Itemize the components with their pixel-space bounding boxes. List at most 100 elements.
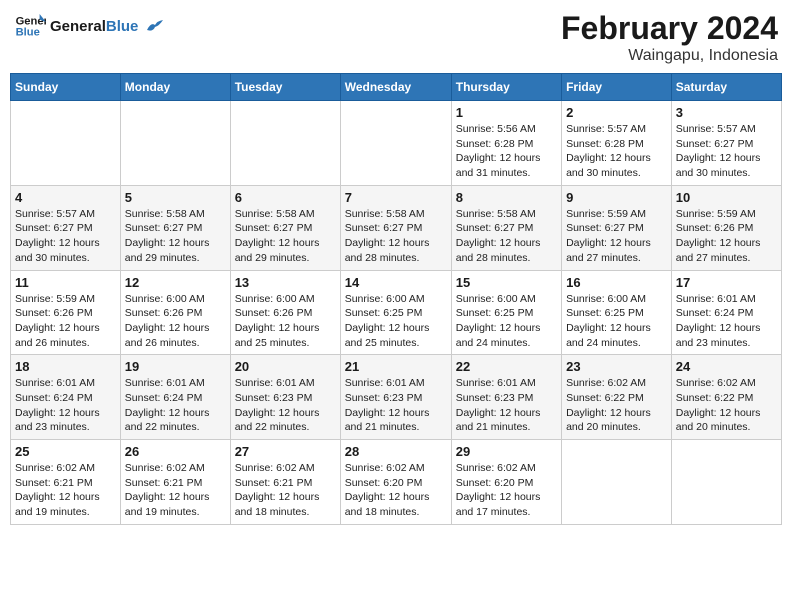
calendar-cell: 7Sunrise: 5:58 AM Sunset: 6:27 PM Daylig… xyxy=(340,185,451,270)
day-info: Sunrise: 5:57 AM Sunset: 6:28 PM Dayligh… xyxy=(566,122,667,181)
calendar-day-header: Wednesday xyxy=(340,74,451,101)
day-info: Sunrise: 5:58 AM Sunset: 6:27 PM Dayligh… xyxy=(235,207,336,266)
calendar-cell xyxy=(230,101,340,186)
day-info: Sunrise: 6:01 AM Sunset: 6:24 PM Dayligh… xyxy=(15,376,116,435)
calendar-day-header: Tuesday xyxy=(230,74,340,101)
calendar-day-header: Thursday xyxy=(451,74,561,101)
day-number: 10 xyxy=(676,190,777,205)
day-number: 7 xyxy=(345,190,447,205)
calendar-cell xyxy=(340,101,451,186)
day-info: Sunrise: 6:01 AM Sunset: 6:23 PM Dayligh… xyxy=(345,376,447,435)
calendar-cell: 17 Sunrise: 6:01 AM Sunset: 6:24 PM Dayli… xyxy=(671,270,781,355)
calendar-cell: 22 Sunrise: 6:01 AM Sunset: 6:23 PM Dayli… xyxy=(451,355,561,440)
calendar-day-header: Monday xyxy=(120,74,230,101)
day-number: 28 xyxy=(345,444,447,459)
calendar-cell: 2 Sunrise: 5:57 AM Sunset: 6:28 PM Daylig… xyxy=(562,101,672,186)
page-header: General Blue GeneralBlue February 2024 W… xyxy=(10,10,782,65)
calendar-cell: 18 Sunrise: 6:01 AM Sunset: 6:24 PM Dayli… xyxy=(11,355,121,440)
day-info: Sunrise: 6:01 AM Sunset: 6:24 PM Dayligh… xyxy=(125,376,226,435)
day-number: 14 xyxy=(345,275,447,290)
day-number: 17 xyxy=(676,275,777,290)
day-number: 15 xyxy=(456,275,557,290)
day-number: 8 xyxy=(456,190,557,205)
day-info: Sunrise: 5:56 AM Sunset: 6:28 PM Dayligh… xyxy=(456,122,557,181)
calendar-cell: 6 Sunrise: 5:58 AM Sunset: 6:27 PM Daylig… xyxy=(230,185,340,270)
calendar-day-header: Sunday xyxy=(11,74,121,101)
calendar-cell: 9 Sunrise: 5:59 AM Sunset: 6:27 PM Daylig… xyxy=(562,185,672,270)
calendar-cell: 13 Sunrise: 6:00 AM Sunset: 6:26 PM Dayli… xyxy=(230,270,340,355)
day-number: 24 xyxy=(676,359,777,374)
day-info: Sunrise: 6:01 AM Sunset: 6:23 PM Dayligh… xyxy=(235,376,336,435)
day-info: Sunrise: 6:00 AM Sunset: 6:25 PM Dayligh… xyxy=(456,292,557,351)
logo-icon: General Blue xyxy=(14,10,46,42)
day-number: 18 xyxy=(15,359,116,374)
calendar-header: SundayMondayTuesdayWednesdayThursdayFrid… xyxy=(11,74,782,101)
day-number: 27 xyxy=(235,444,336,459)
day-info: Sunrise: 6:02 AM Sunset: 6:20 PM Dayligh… xyxy=(456,461,557,520)
day-number: 13 xyxy=(235,275,336,290)
main-title: February 2024 xyxy=(561,10,778,47)
day-info: Sunrise: 5:59 AM Sunset: 6:26 PM Dayligh… xyxy=(15,292,116,351)
calendar-cell: 10 Sunrise: 5:59 AM Sunset: 6:26 PM Dayli… xyxy=(671,185,781,270)
day-info: Sunrise: 6:01 AM Sunset: 6:23 PM Dayligh… xyxy=(456,376,557,435)
calendar-cell: 21Sunrise: 6:01 AM Sunset: 6:23 PM Dayli… xyxy=(340,355,451,440)
title-block: February 2024 Waingapu, Indonesia xyxy=(561,10,778,65)
calendar-cell xyxy=(120,101,230,186)
calendar-cell: 16 Sunrise: 6:00 AM Sunset: 6:25 PM Dayli… xyxy=(562,270,672,355)
day-number: 4 xyxy=(15,190,116,205)
day-number: 9 xyxy=(566,190,667,205)
calendar-cell: 28 Sunrise: 6:02 AM Sunset: 6:20 PM Dayli… xyxy=(340,440,451,525)
day-info: Sunrise: 6:02 AM Sunset: 6:22 PM Dayligh… xyxy=(676,376,777,435)
day-number: 26 xyxy=(125,444,226,459)
day-number: 6 xyxy=(235,190,336,205)
day-info: Sunrise: 6:01 AM Sunset: 6:24 PM Dayligh… xyxy=(676,292,777,351)
day-info: Sunrise: 6:02 AM Sunset: 6:21 PM Dayligh… xyxy=(15,461,116,520)
calendar-cell: 11 Sunrise: 5:59 AM Sunset: 6:26 PM Dayli… xyxy=(11,270,121,355)
day-info: Sunrise: 6:00 AM Sunset: 6:25 PM Dayligh… xyxy=(566,292,667,351)
day-number: 3 xyxy=(676,105,777,120)
calendar-cell: 24 Sunrise: 6:02 AM Sunset: 6:22 PM Dayli… xyxy=(671,355,781,440)
calendar-cell: 14 Sunrise: 6:00 AM Sunset: 6:25 PM Dayli… xyxy=(340,270,451,355)
calendar-cell: 27 Sunrise: 6:02 AM Sunset: 6:21 PM Dayli… xyxy=(230,440,340,525)
day-number: 2 xyxy=(566,105,667,120)
day-info: Sunrise: 6:02 AM Sunset: 6:20 PM Dayligh… xyxy=(345,461,447,520)
calendar-cell: 3 Sunrise: 5:57 AM Sunset: 6:27 PM Daylig… xyxy=(671,101,781,186)
calendar-cell xyxy=(671,440,781,525)
calendar-day-header: Saturday xyxy=(671,74,781,101)
day-info: Sunrise: 5:59 AM Sunset: 6:26 PM Dayligh… xyxy=(676,207,777,266)
day-info: Sunrise: 6:02 AM Sunset: 6:21 PM Dayligh… xyxy=(235,461,336,520)
day-number: 11 xyxy=(15,275,116,290)
day-number: 16 xyxy=(566,275,667,290)
day-number: 5 xyxy=(125,190,226,205)
day-info: Sunrise: 5:57 AM Sunset: 6:27 PM Dayligh… xyxy=(676,122,777,181)
logo-text: GeneralBlue xyxy=(50,18,163,35)
day-number: 25 xyxy=(15,444,116,459)
day-info: Sunrise: 6:02 AM Sunset: 6:21 PM Dayligh… xyxy=(125,461,226,520)
calendar-cell: 12 Sunrise: 6:00 AM Sunset: 6:26 PM Dayli… xyxy=(120,270,230,355)
day-number: 23 xyxy=(566,359,667,374)
day-number: 29 xyxy=(456,444,557,459)
day-info: Sunrise: 6:00 AM Sunset: 6:25 PM Dayligh… xyxy=(345,292,447,351)
day-number: 1 xyxy=(456,105,557,120)
calendar-cell: 19Sunrise: 6:01 AM Sunset: 6:24 PM Dayli… xyxy=(120,355,230,440)
calendar-cell: 8 Sunrise: 5:58 AM Sunset: 6:27 PM Daylig… xyxy=(451,185,561,270)
day-info: Sunrise: 5:58 AM Sunset: 6:27 PM Dayligh… xyxy=(456,207,557,266)
calendar-cell: 5Sunrise: 5:58 AM Sunset: 6:27 PM Daylig… xyxy=(120,185,230,270)
calendar-cell: 29 Sunrise: 6:02 AM Sunset: 6:20 PM Dayli… xyxy=(451,440,561,525)
day-number: 12 xyxy=(125,275,226,290)
day-info: Sunrise: 5:57 AM Sunset: 6:27 PM Dayligh… xyxy=(15,207,116,266)
calendar-cell: 23Sunrise: 6:02 AM Sunset: 6:22 PM Dayli… xyxy=(562,355,672,440)
day-number: 20 xyxy=(235,359,336,374)
day-info: Sunrise: 6:00 AM Sunset: 6:26 PM Dayligh… xyxy=(235,292,336,351)
calendar-cell xyxy=(562,440,672,525)
calendar-cell: 4 Sunrise: 5:57 AM Sunset: 6:27 PM Daylig… xyxy=(11,185,121,270)
day-number: 22 xyxy=(456,359,557,374)
logo: General Blue GeneralBlue xyxy=(14,10,163,42)
day-info: Sunrise: 6:00 AM Sunset: 6:26 PM Dayligh… xyxy=(125,292,226,351)
calendar-cell: 26 Sunrise: 6:02 AM Sunset: 6:21 PM Dayli… xyxy=(120,440,230,525)
calendar-cell: 25 Sunrise: 6:02 AM Sunset: 6:21 PM Dayli… xyxy=(11,440,121,525)
calendar-day-header: Friday xyxy=(562,74,672,101)
day-info: Sunrise: 5:59 AM Sunset: 6:27 PM Dayligh… xyxy=(566,207,667,266)
logo-bird-icon xyxy=(145,20,163,34)
calendar-cell xyxy=(11,101,121,186)
